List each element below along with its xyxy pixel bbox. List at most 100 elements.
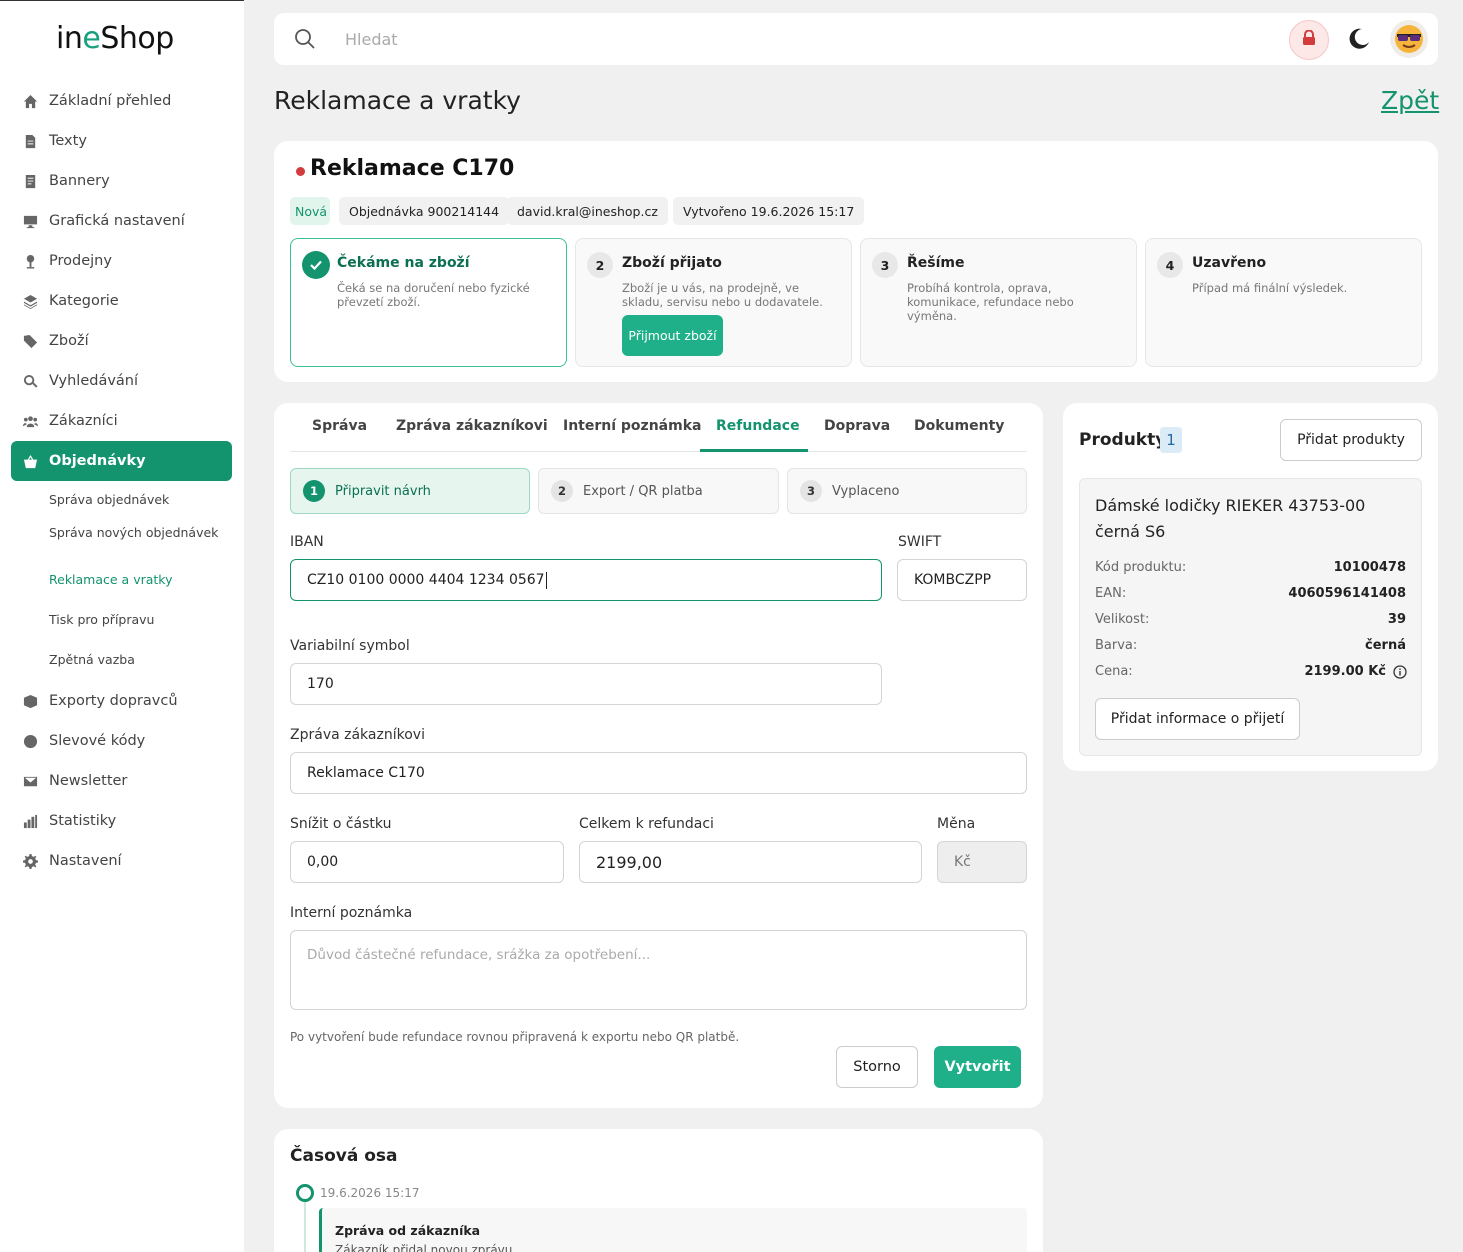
tab-internal-note[interactable]: Interní poznámka	[563, 418, 701, 434]
reduce-label: Snížit o částku	[290, 816, 392, 832]
sidebar-item-texts[interactable]: Texty	[11, 121, 232, 161]
tab-customer-message[interactable]: Zpráva zákazníkovi	[396, 418, 548, 434]
reduce-amount-input[interactable]: 0,00	[290, 841, 564, 883]
sidebar-item-newsletter[interactable]: Newsletter	[11, 761, 232, 801]
total-label: Celkem k refundaci	[579, 816, 714, 832]
swift-label: SWIFT	[898, 534, 942, 550]
page-title: Reklamace a vratky	[274, 86, 521, 115]
step-number: 4	[1157, 252, 1183, 278]
swift-input[interactable]: KOMBCZPP	[897, 559, 1027, 601]
iban-input[interactable]: CZ10 0100 0000 4404 1234 0567	[290, 559, 882, 601]
sidebar-item-graphics[interactable]: Grafická nastavení	[11, 201, 232, 241]
check-icon	[302, 251, 330, 279]
currency-input: Kč	[937, 841, 1027, 883]
sidebar-item-banners[interactable]: Bannery	[11, 161, 232, 201]
sidebar-item-categories[interactable]: Kategorie	[11, 281, 232, 321]
timeline-entry-text: Zákazník přidal novou zprávu	[335, 1243, 513, 1252]
discount-icon	[22, 733, 38, 749]
tab-shipping[interactable]: Doprava	[824, 418, 890, 434]
step-title: Čekáme na zboží	[337, 255, 470, 271]
products-title: Produkty	[1079, 430, 1167, 450]
lock-icon	[1302, 29, 1316, 50]
refund-step-export[interactable]: 2 Export / QR platba	[538, 468, 779, 514]
subnav-print-preparation[interactable]: Tisk pro přípravu	[49, 613, 219, 627]
sidebar-item-customers[interactable]: Zákazníci	[11, 401, 232, 441]
order-chip[interactable]: Objednávka 900214144	[339, 197, 510, 225]
sidebar-item-carrier-exports[interactable]: Exporty dopravců	[11, 681, 232, 721]
sidebar-item-dashboard[interactable]: Základní přehled	[11, 81, 232, 121]
sidebar-item-statistics[interactable]: Statistiky	[11, 801, 232, 841]
logo[interactable]: ineShop	[56, 21, 174, 56]
sidebar-item-orders[interactable]: Objednávky	[11, 441, 232, 481]
sidebar-item-goods[interactable]: Zboží	[11, 321, 232, 361]
basket-icon	[22, 453, 38, 469]
step-number: 1	[303, 480, 325, 502]
total-refund-input[interactable]: 2199,00	[579, 841, 922, 883]
sidebar-item-settings[interactable]: Nastavení	[11, 841, 232, 881]
color-value: černá	[1365, 638, 1406, 653]
customer-message-input[interactable]: Reklamace C170	[290, 752, 1027, 794]
subnav-order-management[interactable]: Správa objednávek	[49, 493, 219, 507]
location-icon	[22, 253, 38, 269]
step-label: Vyplaceno	[832, 483, 900, 499]
step-description: Zboží je u vás, na prodejně, ve skladu, …	[622, 281, 823, 309]
receive-goods-button[interactable]: Přijmout zboží	[622, 315, 723, 356]
document-icon	[22, 133, 38, 149]
color-label: Barva:	[1095, 638, 1138, 653]
internal-note-label: Interní poznámka	[290, 905, 413, 921]
size-label: Velikost:	[1095, 612, 1150, 627]
search-input[interactable]: Hledat	[345, 30, 398, 49]
chart-icon	[22, 813, 38, 829]
tab-refund[interactable]: Refundace	[716, 418, 800, 434]
timeline-entry-title: Zpráva od zákazníka	[335, 1223, 481, 1238]
search-icon[interactable]	[294, 28, 316, 54]
add-receipt-info-button[interactable]: Přidat informace o přijetí	[1095, 698, 1300, 740]
subnav-new-orders[interactable]: Správa nových objednávek	[49, 526, 219, 540]
timeline-dot	[296, 1184, 314, 1202]
banner-icon	[22, 173, 38, 189]
sidebar-item-label: Statistiky	[49, 813, 117, 829]
claim-title: Reklamace C170	[310, 156, 515, 181]
refund-step-paid[interactable]: 3 Vyplaceno	[787, 468, 1027, 514]
monitor-icon	[22, 213, 38, 229]
tab-management[interactable]: Správa	[312, 418, 367, 434]
search-icon	[22, 373, 38, 389]
price-value: 2199.00 Kč	[1304, 664, 1386, 679]
email-chip[interactable]: david.kral@ineshop.cz	[507, 197, 668, 225]
add-products-button[interactable]: Přidat produkty	[1280, 419, 1422, 461]
sidebar-item-label: Grafická nastavení	[49, 213, 185, 229]
internal-note-textarea[interactable]: Důvod částečné refundace, srážka za opot…	[290, 930, 1027, 1010]
step-description: Probíhá kontrola, oprava, komunikace, re…	[907, 281, 1074, 323]
refund-step-prepare[interactable]: 1 Připravit návrh	[290, 468, 530, 514]
ean-label: EAN:	[1095, 586, 1127, 601]
vs-label: Variabilní symbol	[290, 638, 410, 654]
box-icon	[22, 693, 38, 709]
price-label: Cena:	[1095, 664, 1133, 679]
sidebar-item-label: Nastavení	[49, 853, 122, 869]
subnav-claims-returns[interactable]: Reklamace a vratky	[49, 573, 219, 587]
info-icon[interactable]	[1393, 664, 1407, 683]
product-name[interactable]: Dámské lodičky RIEKER 43753-00 černá S6	[1095, 493, 1415, 545]
cancel-button[interactable]: Storno	[836, 1046, 918, 1088]
tab-documents[interactable]: Dokumenty	[914, 418, 1004, 434]
back-link[interactable]: Zpět	[1381, 86, 1439, 115]
size-value: 39	[1387, 612, 1406, 627]
avatar[interactable]	[1390, 20, 1428, 58]
create-button[interactable]: Vytvořit	[934, 1046, 1021, 1088]
products-count-badge: 1	[1160, 427, 1182, 453]
text-cursor	[545, 571, 547, 589]
sidebar-item-discount-codes[interactable]: Slevové kódy	[11, 721, 232, 761]
sidebar-item-label: Texty	[49, 133, 87, 149]
refund-hint: Po vytvoření bude refundace rovnou připr…	[290, 1030, 740, 1044]
sidebar-item-label: Slevové kódy	[49, 733, 146, 749]
variable-symbol-input[interactable]: 170	[290, 663, 882, 705]
dark-mode-icon[interactable]	[1347, 27, 1371, 55]
layers-icon	[22, 293, 38, 309]
step-number: 2	[551, 480, 573, 502]
sidebar-item-search[interactable]: Vyhledávání	[11, 361, 232, 401]
subnav-feedback[interactable]: Zpětná vazba	[49, 653, 219, 667]
lock-button[interactable]	[1289, 20, 1329, 60]
step-title: Uzavřeno	[1192, 255, 1267, 271]
sidebar-item-stores[interactable]: Prodejny	[11, 241, 232, 281]
step-label: Export / QR platba	[583, 483, 703, 499]
